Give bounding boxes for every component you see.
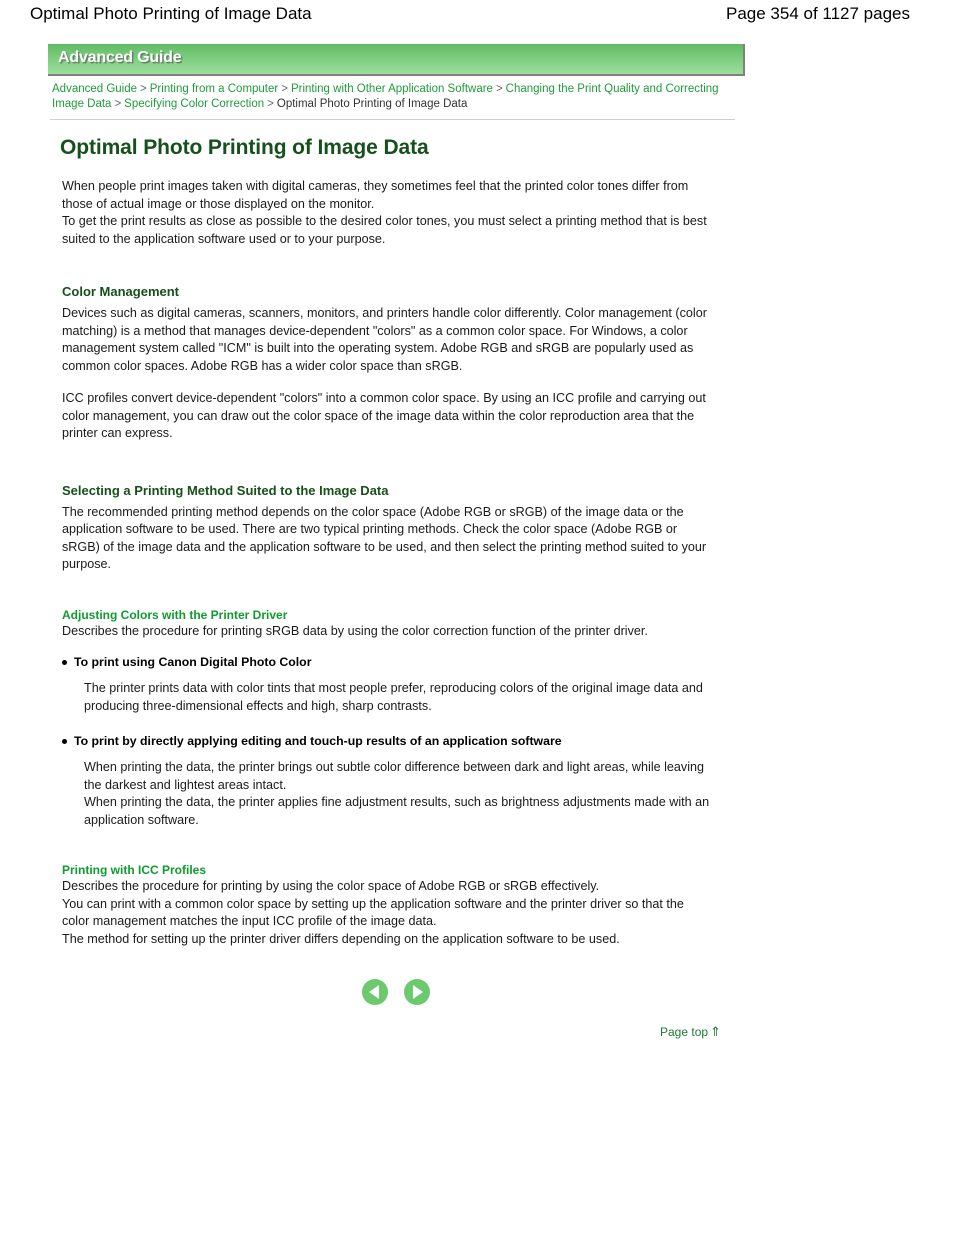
icc-profiles-paragraph-1: Describes the procedure for printing by …: [62, 879, 600, 893]
breadcrumb-separator: >: [114, 98, 122, 110]
breadcrumb-separator: >: [495, 83, 503, 95]
bullet-title: To print using Canon Digital Photo Color: [74, 655, 312, 669]
bullet-dot-icon: [62, 739, 67, 744]
intro-paragraph-1: When people print images taken with digi…: [62, 179, 689, 211]
selecting-method-paragraph-1: The recommended printing method depends …: [62, 504, 707, 572]
bullet-body: The printer prints data with color tints…: [84, 681, 703, 713]
intro-paragraphs: When people print images taken with digi…: [62, 178, 712, 248]
bullet-title: To print by directly applying editing an…: [74, 734, 562, 748]
subsection-heading-printing-with-icc-profiles[interactable]: Printing with ICC Profiles: [62, 863, 954, 877]
next-page-button[interactable]: [404, 979, 430, 1005]
color-management-paragraph-1: Devices such as digital cameras, scanner…: [62, 306, 707, 373]
list-item: To print using Canon Digital Photo Color…: [62, 654, 726, 715]
article: Optimal Photo Printing of Image Data Whe…: [0, 136, 954, 948]
color-management-paragraph-2: ICC profiles convert device-dependent "c…: [62, 391, 706, 440]
adjusting-colors-description: Describes the procedure for printing sRG…: [62, 623, 648, 638]
page-title: Optimal Photo Printing of Image Data: [60, 136, 429, 159]
banner-label: Advanced Guide: [58, 49, 182, 66]
document-title: Optimal Photo Printing of Image Data: [30, 4, 312, 23]
list-item: To print by directly applying editing an…: [62, 733, 726, 829]
breadcrumb-separator: >: [140, 83, 147, 95]
page-navigation: [362, 979, 430, 1005]
advanced-guide-banner: Advanced Guide: [48, 44, 745, 76]
printing-method-bullet-list: To print using Canon Digital Photo Color…: [0, 654, 954, 829]
breadcrumb-item-advanced-guide[interactable]: Advanced Guide: [52, 83, 137, 95]
breadcrumb: Advanced Guide > Printing from a Computer >…: [52, 82, 732, 112]
page-header: Optimal Photo Printing of Image Data Pag…: [0, 0, 954, 32]
intro-paragraph-2: To get the print results as close as pos…: [62, 214, 707, 246]
header-divider: [50, 119, 735, 120]
bullet-body: When printing the data, the printer brin…: [84, 760, 710, 827]
arrow-left-circle-icon: [369, 985, 379, 999]
icc-profiles-paragraph-2: You can print with a common color space …: [62, 896, 684, 929]
breadcrumb-item-specifying-color-correction[interactable]: Specifying Color Correction: [124, 98, 264, 110]
breadcrumb-separator: >: [281, 83, 288, 95]
breadcrumb-item-printing-with-other-application-software[interactable]: Printing with Other Application Software: [291, 83, 493, 95]
page-top-label: Page top: [660, 1025, 709, 1039]
subsection-heading-adjusting-colors[interactable]: Adjusting Colors with the Printer Driver: [62, 608, 954, 622]
previous-page-button[interactable]: [362, 979, 388, 1005]
icc-profiles-paragraph-3: The method for setting up the printer dr…: [62, 931, 620, 946]
section-heading-selecting-printing-method: Selecting a Printing Method Suited to th…: [62, 482, 389, 498]
arrow-up-icon: ⇑: [710, 1024, 721, 1039]
page-counter: Page 354 of 1127 pages: [725, 4, 910, 23]
breadcrumb-item-printing-from-a-computer[interactable]: Printing from a Computer: [150, 83, 278, 95]
page-top-link[interactable]: Page top ⇑: [660, 1024, 721, 1040]
arrow-right-circle-icon: [413, 985, 423, 999]
section-heading-color-management: Color Management: [62, 284, 180, 299]
bullet-dot-icon: [62, 660, 67, 665]
breadcrumb-separator: >: [267, 98, 274, 110]
breadcrumb-item-current: Optimal Photo Printing of Image Data: [276, 98, 468, 110]
